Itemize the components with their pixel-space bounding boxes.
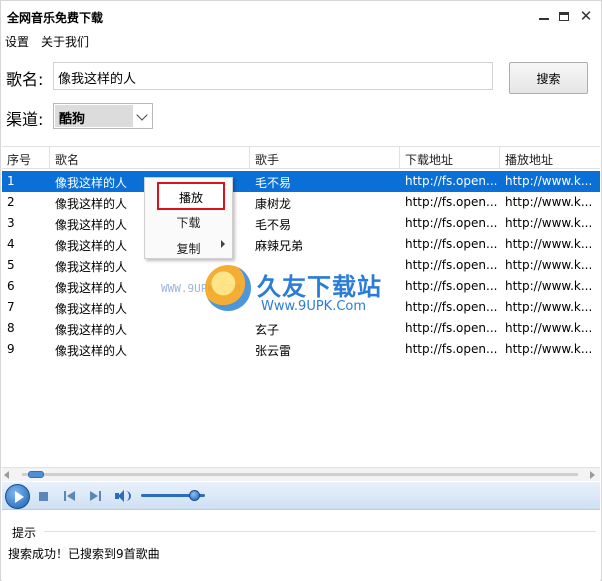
cell-download-url: http://fs.open...: [405, 195, 498, 209]
cell-download-url: http://fs.open...: [405, 216, 498, 230]
cell-song: 像我这样的人: [55, 302, 128, 316]
cell-artist: 毛不易: [255, 176, 292, 190]
cell-index: 7: [7, 300, 15, 314]
cell-play-url: http://www.k...: [505, 342, 593, 356]
table-body: 1 像我这样的人 毛不易 http://fs.open... http://www.k.…: [2, 171, 600, 360]
header-artist[interactable]: 歌手: [250, 147, 400, 169]
table-row[interactable]: 6 像我这样的人 http://fs.open... http://www.k...: [2, 276, 600, 297]
chevron-down-icon: [136, 109, 148, 121]
horizontal-scrollbar[interactable]: [2, 467, 600, 481]
cell-artist: 麻辣兄弟: [255, 239, 304, 253]
menu-about-us[interactable]: 关于我们: [41, 33, 89, 50]
cell-index: 6: [7, 279, 15, 293]
minimize-icon[interactable]: [533, 5, 555, 27]
cell-index: 5: [7, 258, 15, 272]
app-window: 全网音乐免费下载 ✕ 设置 关于我们 歌名: 像我这样的人 搜索 渠道: 酷狗 …: [0, 0, 602, 581]
cell-play-url: http://www.k...: [505, 195, 593, 209]
cell-play-url: http://www.k...: [505, 279, 593, 293]
menu-settings[interactable]: 设置: [5, 33, 29, 50]
cell-index: 1: [7, 174, 15, 188]
table-row[interactable]: 7 像我这样的人 http://fs.open... http://www.k...: [2, 297, 600, 318]
cell-artist: [250, 297, 400, 318]
table-row[interactable]: 5 像我这样的人 http://fs.open... http://www.k...: [2, 255, 600, 276]
status-message: 搜索成功！已搜索到9首歌曲: [8, 547, 160, 561]
cell-download-url: http://fs.open...: [405, 258, 498, 272]
cell-download-url: http://fs.open...: [405, 174, 498, 188]
results-table: 序号 歌名 歌手 下载地址 播放地址 1 像我这样的人 毛不易 http://fs.o…: [2, 146, 600, 466]
volume-icon[interactable]: [115, 490, 133, 502]
cell-play-url: http://www.k...: [505, 237, 593, 251]
cell-download-url: http://fs.open...: [405, 342, 498, 356]
table-row[interactable]: 4 像我这样的人 麻辣兄弟 http://fs.open... http://www.k…: [2, 234, 600, 255]
cell-index: 3: [7, 216, 15, 230]
cell-artist: 玄子: [255, 323, 280, 337]
cell-index: 2: [7, 195, 15, 209]
song-label: 歌名:: [6, 70, 44, 89]
cell-download-url: http://fs.open...: [405, 279, 498, 293]
cell-play-url: http://www.k...: [505, 174, 593, 188]
table-row[interactable]: 9 像我这样的人 张云雷 http://fs.open... http://www.k.…: [2, 339, 600, 360]
header-play-url[interactable]: 播放地址: [500, 147, 600, 169]
table-header: 序号 歌名 歌手 下载地址 播放地址: [2, 147, 600, 169]
channel-select[interactable]: 酷狗: [53, 103, 153, 129]
cell-play-url: http://www.k...: [505, 300, 593, 314]
stop-icon[interactable]: [39, 492, 48, 501]
submenu-arrow-icon: [221, 240, 225, 248]
next-icon[interactable]: [90, 491, 102, 501]
cell-index: 9: [7, 342, 15, 356]
scroll-left-icon[interactable]: [4, 471, 9, 479]
cell-download-url: http://fs.open...: [405, 300, 498, 314]
watermark-url-faint: WWW.9UPK.COM: [161, 282, 241, 295]
scroll-thumb[interactable]: [28, 471, 44, 478]
tips-panel: 提示 搜索成功！已搜索到9首歌曲: [2, 519, 600, 581]
cell-play-url: http://www.k...: [505, 321, 593, 335]
header-download-url[interactable]: 下载地址: [400, 147, 500, 169]
channel-selected-value: 酷狗: [55, 105, 133, 127]
context-play-label: 播放: [178, 191, 203, 205]
volume-slider-knob[interactable]: [189, 490, 201, 501]
context-menu: 播放 下载 复制: [144, 177, 233, 259]
cell-play-url: http://www.k...: [505, 258, 593, 272]
cell-download-url: http://fs.open...: [405, 321, 498, 335]
table-row[interactable]: 3 像我这样的人 毛不易 http://fs.open... http://www.k.…: [2, 213, 600, 234]
context-play-item[interactable]: 播放: [157, 182, 225, 210]
cell-index: 4: [7, 237, 15, 251]
context-download-item[interactable]: 下载: [145, 211, 232, 231]
previous-icon[interactable]: [64, 491, 76, 501]
cell-artist: [250, 276, 400, 297]
scroll-right-icon[interactable]: [590, 471, 595, 479]
play-icon[interactable]: [5, 484, 30, 509]
search-button[interactable]: 搜索: [509, 62, 588, 94]
scroll-track[interactable]: [22, 473, 578, 476]
channel-label: 渠道:: [6, 110, 44, 129]
cell-artist: 康树龙: [255, 197, 292, 211]
table-row[interactable]: 2 像我这样的人 康树龙 http://fs.open... http://www.k.…: [2, 192, 600, 213]
cell-artist: [250, 255, 400, 276]
header-song[interactable]: 歌名: [50, 147, 250, 169]
player-bar: [2, 482, 600, 510]
title-bar: 全网音乐免费下载 ✕: [1, 1, 601, 31]
song-name-input[interactable]: 像我这样的人: [53, 62, 493, 90]
context-copy-item[interactable]: 复制: [145, 237, 232, 257]
cell-download-url: http://fs.open...: [405, 237, 498, 251]
cell-index: 8: [7, 321, 15, 335]
tips-header: 提示: [12, 526, 37, 540]
close-icon[interactable]: ✕: [575, 5, 597, 27]
window-title: 全网音乐免费下载: [7, 11, 104, 25]
cell-play-url: http://www.k...: [505, 216, 593, 230]
table-row[interactable]: 8 像我这样的人 玄子 http://fs.open... http://www.k..…: [2, 318, 600, 339]
maximize-icon[interactable]: [553, 5, 575, 27]
cell-artist: 张云雷: [255, 344, 292, 358]
cell-song: 像我这样的人: [55, 344, 128, 358]
cell-song: 像我这样的人: [55, 323, 128, 337]
header-index[interactable]: 序号: [2, 147, 50, 169]
cell-artist: 毛不易: [255, 218, 292, 232]
table-row[interactable]: 1 像我这样的人 毛不易 http://fs.open... http://www.k.…: [2, 171, 600, 192]
